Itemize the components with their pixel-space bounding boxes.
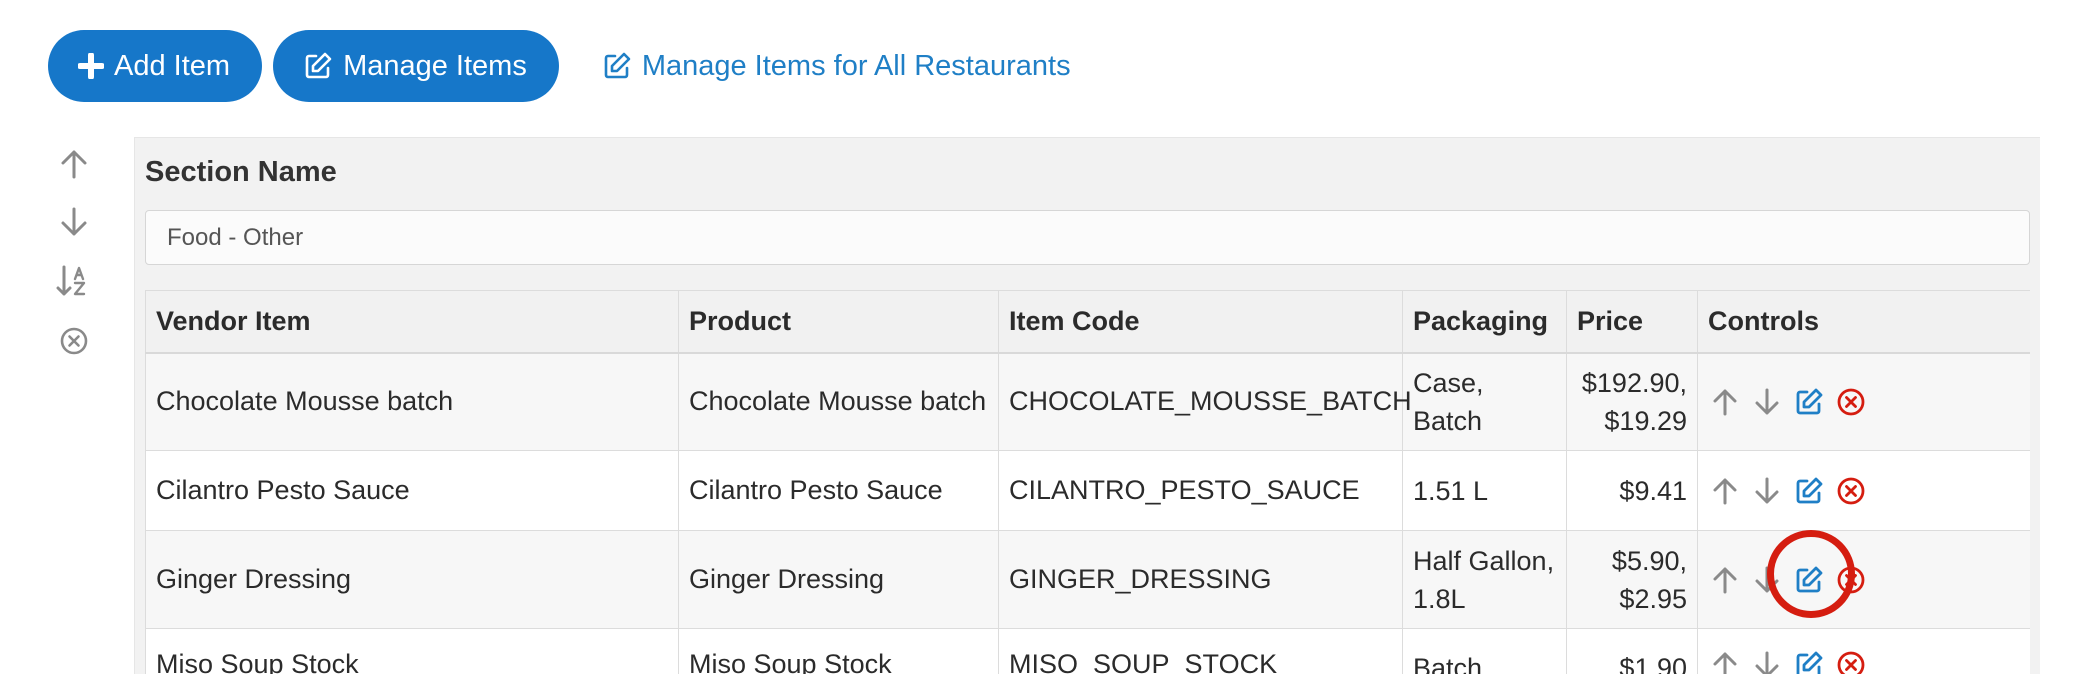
product-cell: Cilantro Pesto Sauce [678, 450, 999, 531]
move-down-icon[interactable] [1752, 475, 1782, 507]
controls-cell [1697, 450, 2030, 531]
packaging-cell: Batch [1402, 628, 1567, 674]
price-line: $19.29 [1604, 405, 1687, 436]
table-row: Miso Soup Stock Miso Soup Stock MISO_SOU… [145, 628, 2030, 674]
packaging-line: Batch [1413, 405, 1483, 436]
header-controls: Controls [1697, 290, 2030, 354]
section-move-up-icon[interactable] [54, 144, 94, 184]
section-panel: Section Name Vendor Item Product Item Co… [134, 137, 2040, 674]
vendor-item-cell: Chocolate Mousse batch [145, 352, 679, 451]
move-up-icon[interactable] [1710, 564, 1740, 596]
items-table-wrapper: Vendor Item Product Item Code Packaging … [145, 290, 2030, 674]
packaging-cell: 1.51 L [1402, 450, 1567, 531]
vendor-item-cell: Cilantro Pesto Sauce [145, 450, 679, 531]
price-cell: $192.90, $19.29 [1566, 352, 1698, 451]
edit-icon[interactable] [1794, 386, 1824, 418]
move-up-icon[interactable] [1710, 475, 1740, 507]
header-product: Product [678, 290, 999, 354]
edit-icon[interactable] [1794, 475, 1824, 507]
price-cell: $1.90 [1566, 628, 1698, 674]
delete-icon[interactable] [1836, 475, 1866, 507]
controls-cell [1697, 352, 2030, 451]
header-item-code: Item Code [998, 290, 1403, 354]
header-vendor-item: Vendor Item [145, 290, 679, 354]
price-line: $1.90 [1619, 653, 1687, 674]
table-row: Ginger Dressing Ginger Dressing GINGER_D… [145, 530, 2030, 629]
section-name-input[interactable] [145, 210, 2030, 265]
delete-icon[interactable] [1836, 564, 1866, 596]
item-code-cell: GINGER_DRESSING [998, 530, 1403, 629]
packaging-line: 1.8L [1413, 583, 1466, 614]
table-header-row: Vendor Item Product Item Code Packaging … [145, 290, 2030, 354]
packaging-cell: Case, Batch [1402, 352, 1567, 451]
packaging-line: Half Gallon, [1413, 545, 1555, 576]
vendor-item-cell: Miso Soup Stock [145, 628, 679, 674]
product-cell: Miso Soup Stock [678, 628, 999, 674]
controls-cell [1697, 530, 2030, 629]
vendor-item-cell: Ginger Dressing [145, 530, 679, 629]
delete-icon[interactable] [1836, 386, 1866, 418]
price-line: $5.90, [1611, 545, 1687, 576]
packaging-line: Batch [1413, 653, 1483, 674]
item-code-cell: MISO_SOUP_STOCK [998, 628, 1403, 674]
manage-items-button[interactable]: Manage Items [273, 30, 559, 102]
section-name-label: Section Name [145, 156, 337, 188]
product-cell: Chocolate Mousse batch [678, 352, 999, 451]
section-move-down-icon[interactable] [54, 202, 94, 242]
remove-section-icon[interactable] [54, 321, 94, 361]
table-row: Chocolate Mousse batch Chocolate Mousse … [145, 352, 2030, 451]
manage-items-all-restaurants-label: Manage Items for All Restaurants [641, 49, 1071, 82]
items-table: Vendor Item Product Item Code Packaging … [145, 290, 2030, 674]
price-line: $9.41 [1619, 475, 1687, 506]
table-row: Cilantro Pesto Sauce Cilantro Pesto Sauc… [145, 450, 2030, 531]
toolbar: Add Item Manage Items Manage Items for A… [48, 30, 1071, 102]
manage-items-label: Manage Items [343, 49, 527, 82]
move-up-icon[interactable] [1710, 386, 1740, 418]
controls-cell [1697, 628, 2030, 674]
item-code-cell: CHOCOLATE_MOUSSE_BATCH [998, 352, 1412, 451]
edit-icon [602, 51, 632, 81]
move-down-icon[interactable] [1752, 649, 1782, 674]
manage-items-all-restaurants-link[interactable]: Manage Items for All Restaurants [602, 50, 1071, 83]
edit-icon[interactable] [1794, 649, 1824, 674]
packaging-cell: Half Gallon, 1.8L [1402, 530, 1567, 629]
price-line: $2.95 [1619, 583, 1687, 614]
sort-alpha-icon[interactable] [54, 261, 94, 301]
product-cell: Ginger Dressing [678, 530, 999, 629]
move-down-icon[interactable] [1752, 386, 1782, 418]
plus-icon [78, 53, 104, 79]
packaging-line: Case, [1413, 367, 1484, 398]
move-up-icon[interactable] [1710, 649, 1740, 674]
delete-icon[interactable] [1836, 649, 1866, 674]
packaging-line: 1.51 L [1413, 475, 1489, 506]
price-cell: $9.41 [1566, 450, 1698, 531]
price-line: $192.90, [1581, 367, 1687, 398]
edit-icon[interactable] [1794, 564, 1824, 596]
price-cell: $5.90, $2.95 [1566, 530, 1698, 629]
move-down-icon[interactable] [1752, 564, 1782, 596]
item-code-cell: CILANTRO_PESTO_SAUCE [998, 450, 1403, 531]
add-item-button[interactable]: Add Item [48, 30, 263, 102]
add-item-label: Add Item [114, 49, 231, 82]
header-price: Price [1566, 290, 1698, 354]
header-packaging: Packaging [1402, 290, 1567, 354]
edit-icon [303, 51, 333, 81]
